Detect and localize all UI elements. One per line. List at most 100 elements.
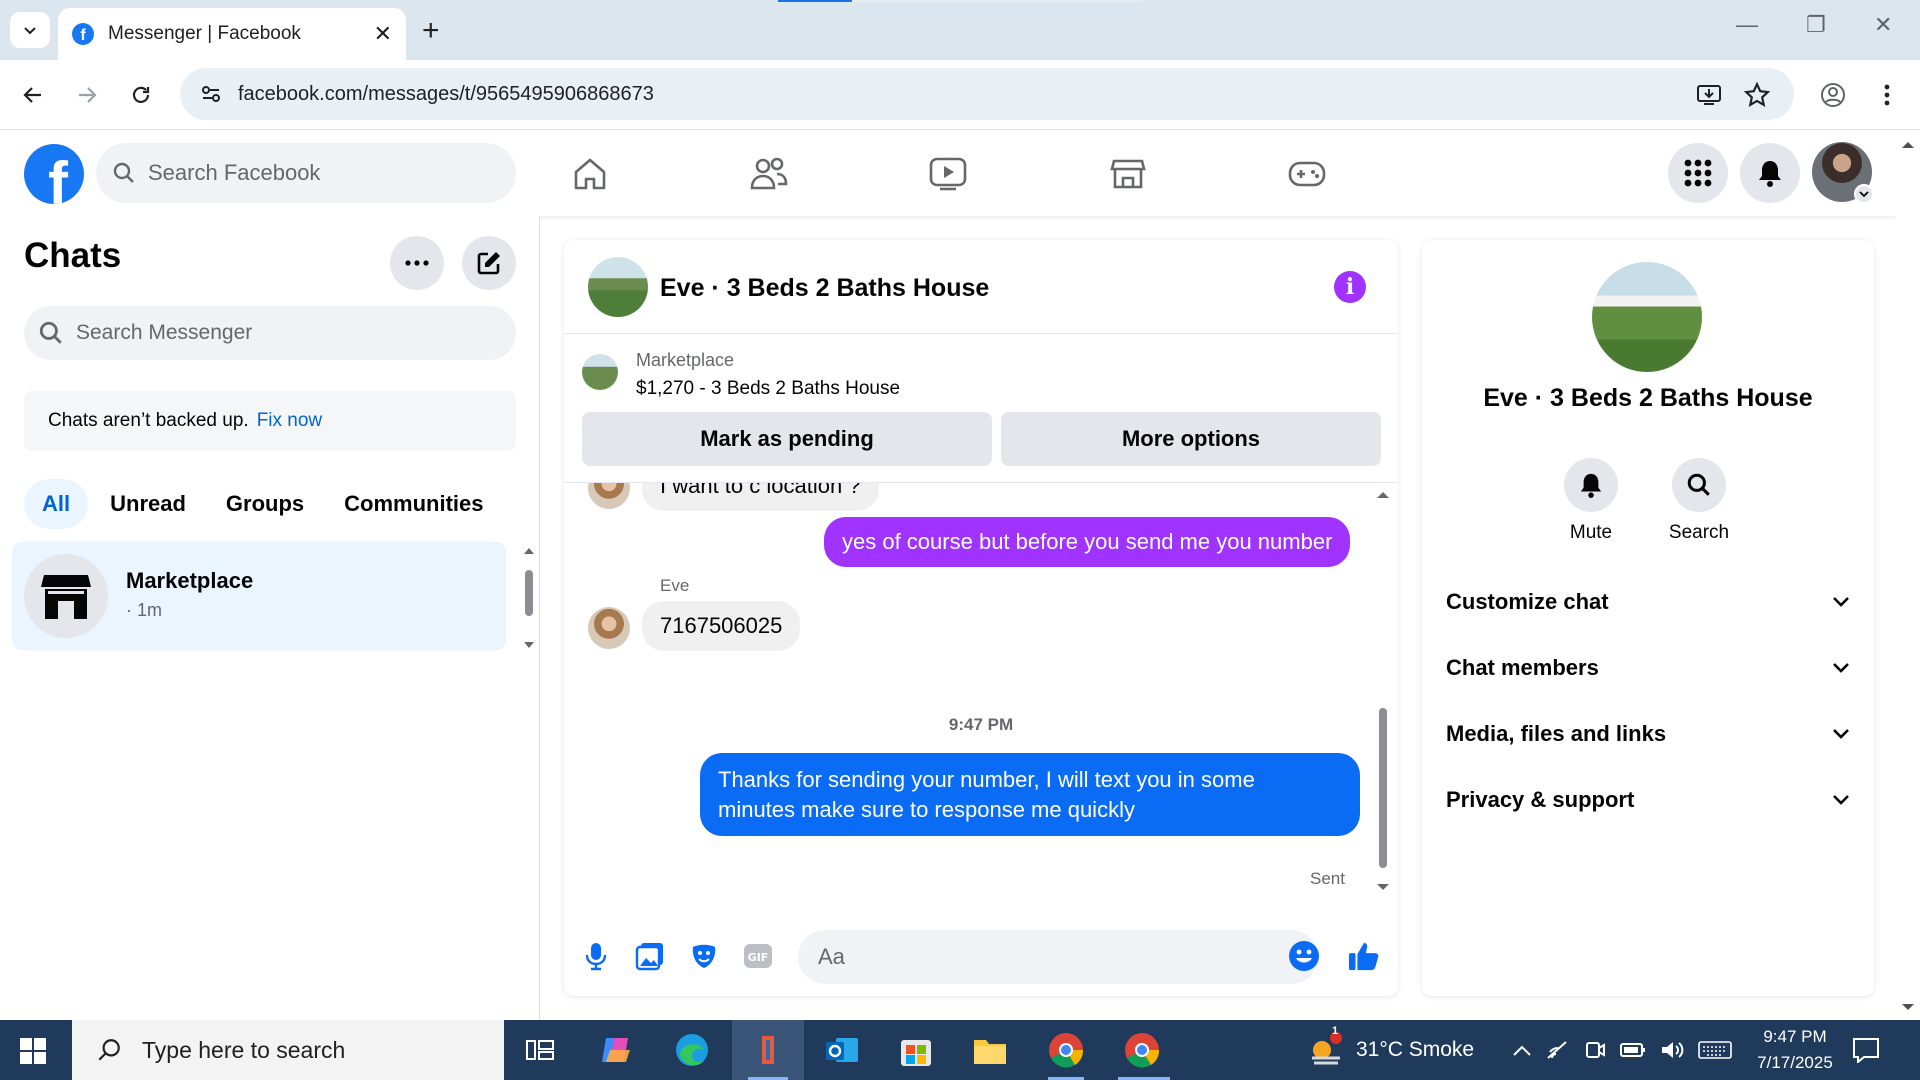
notifications-button[interactable] [1740, 143, 1800, 203]
store-icon[interactable] [894, 1028, 938, 1072]
svg-text:GIF: GIF [748, 951, 769, 964]
windows-start-icon[interactable] [20, 1038, 46, 1064]
volume-icon[interactable] [1660, 1040, 1684, 1060]
info-icon[interactable]: i [1334, 271, 1366, 303]
new-tab-button[interactable]: + [422, 14, 440, 48]
chats-options-button[interactable] [390, 236, 444, 290]
info-avatar[interactable] [1592, 262, 1702, 372]
message-timestamp: 9:47 PM [948, 715, 1014, 734]
facebook-logo[interactable]: f [24, 144, 84, 204]
chrome-profile-icon[interactable] [1120, 1028, 1164, 1072]
nav-watch-button[interactable] [926, 152, 970, 196]
marketplace-icon [41, 575, 91, 619]
filter-groups[interactable]: Groups [208, 479, 322, 529]
messages-scrollbar[interactable] [1376, 488, 1390, 898]
messenger-search-input[interactable]: Search Messenger [24, 306, 516, 360]
video-icon [929, 157, 967, 191]
attach-media-button[interactable] [634, 940, 666, 972]
address-bar[interactable]: facebook.com/messages/t/9565495906868673 [180, 68, 1794, 120]
forward-button[interactable] [70, 78, 104, 112]
account-avatar[interactable] [1812, 142, 1874, 204]
tab-search-button[interactable] [10, 12, 50, 48]
message-input[interactable]: Aa [798, 930, 1318, 984]
chat-item-time: · 1m [126, 600, 162, 620]
listing-title[interactable]: $1,270 - 3 Beds 2 Baths House [636, 378, 900, 400]
gif-button[interactable]: GIF [742, 940, 774, 972]
filter-unread[interactable]: Unread [92, 479, 204, 529]
bookmark-star-icon[interactable] [1740, 78, 1774, 112]
battery-icon[interactable] [1620, 1042, 1646, 1058]
message-composer: GIF Aa [564, 914, 1398, 996]
filter-communities[interactable]: Communities [326, 479, 501, 529]
search-icon [1687, 473, 1710, 496]
message-input-placeholder: Aa [818, 944, 845, 969]
new-message-button[interactable] [462, 236, 516, 290]
sticker-button[interactable] [688, 940, 720, 972]
notification-center-icon[interactable] [1852, 1020, 1880, 1080]
mute-button[interactable]: Mute [1546, 458, 1636, 544]
message-status: Sent [1310, 869, 1345, 888]
meet-icon[interactable] [1584, 1039, 1606, 1061]
taskbar-search-input[interactable]: Type here to search [72, 1020, 504, 1080]
forward-arrow-icon [79, 87, 97, 103]
file-explorer-icon[interactable] [968, 1028, 1012, 1072]
profile-icon[interactable] [1816, 78, 1850, 112]
task-view-icon[interactable] [518, 1028, 562, 1072]
fix-now-link[interactable]: Fix now [257, 410, 322, 432]
chevron-down-icon [1833, 729, 1849, 739]
pinned-app-icon[interactable] [746, 1028, 790, 1072]
nav-marketplace-button[interactable] [1106, 152, 1150, 196]
copilot-icon[interactable] [594, 1028, 638, 1072]
listing-thumbnail[interactable] [582, 354, 618, 390]
keyboard-icon[interactable] [1698, 1040, 1732, 1060]
outlook-icon[interactable] [820, 1028, 864, 1072]
conversation-title[interactable]: Eve · 3 Beds 2 Baths House [660, 274, 989, 303]
mark-as-pending-button[interactable]: Mark as pending [582, 412, 992, 466]
sender-name: Eve [660, 576, 690, 595]
like-button[interactable] [1348, 940, 1380, 972]
weather-text: 31°C Smoke [1356, 1038, 1475, 1061]
home-icon [574, 158, 606, 190]
minimize-icon[interactable]: — [1736, 12, 1758, 38]
nav-home-button[interactable] [568, 152, 612, 196]
reload-icon [132, 86, 150, 103]
conversation-avatar[interactable] [588, 257, 648, 317]
restore-icon[interactable]: ❐ [1806, 12, 1826, 38]
more-options-button[interactable]: More options [1001, 412, 1381, 466]
section-customize-chat[interactable]: Customize chat [1446, 574, 1850, 630]
section-media-files-links[interactable]: Media, files and links [1446, 706, 1850, 762]
weather-widget[interactable]: 1 31°C Smoke [1306, 1020, 1474, 1080]
facebook-search-input[interactable]: Search Facebook [96, 143, 516, 203]
wifi-icon[interactable] [1546, 1040, 1570, 1060]
chats-scrollbar[interactable] [522, 546, 534, 648]
reload-button[interactable] [124, 78, 158, 112]
menu-grid-button[interactable] [1668, 143, 1728, 203]
browser-menu-icon[interactable] [1870, 78, 1904, 112]
section-chat-members[interactable]: Chat members [1446, 640, 1850, 696]
nav-friends-button[interactable] [747, 152, 791, 196]
chat-list-item[interactable]: Marketplace · 1m [12, 542, 506, 650]
facebook-favicon-icon: f [72, 23, 94, 45]
filter-all[interactable]: All [24, 479, 89, 529]
back-button[interactable] [16, 78, 50, 112]
section-privacy-support[interactable]: Privacy & support [1446, 772, 1850, 828]
emoji-button[interactable] [1288, 940, 1320, 972]
nav-gaming-button[interactable] [1285, 152, 1329, 196]
search-icon [39, 321, 62, 344]
voice-clip-button[interactable] [580, 940, 612, 972]
window-close-icon[interactable]: ✕ [1874, 12, 1892, 38]
search-in-chat-button[interactable]: Search [1654, 458, 1744, 544]
page-scrollbar[interactable] [1896, 130, 1920, 1020]
chevron-down-icon [1833, 597, 1849, 607]
chat-filters: All Unread Groups Communities [24, 478, 506, 530]
edge-icon[interactable] [670, 1028, 714, 1072]
site-info-icon[interactable] [200, 83, 222, 105]
install-app-icon[interactable] [1692, 78, 1726, 112]
chevron-up-icon[interactable] [1512, 1043, 1532, 1057]
browser-tab[interactable]: f Messenger | Facebook ✕ [58, 8, 406, 60]
facebook-logo-letter: f [48, 150, 68, 205]
system-clock[interactable]: 9:47 PM 7/17/2025 [1740, 1024, 1850, 1076]
info-name: Eve · 3 Beds 2 Baths House [1483, 384, 1813, 412]
chrome-icon[interactable] [1044, 1028, 1088, 1072]
tab-close-icon[interactable]: ✕ [374, 21, 392, 47]
